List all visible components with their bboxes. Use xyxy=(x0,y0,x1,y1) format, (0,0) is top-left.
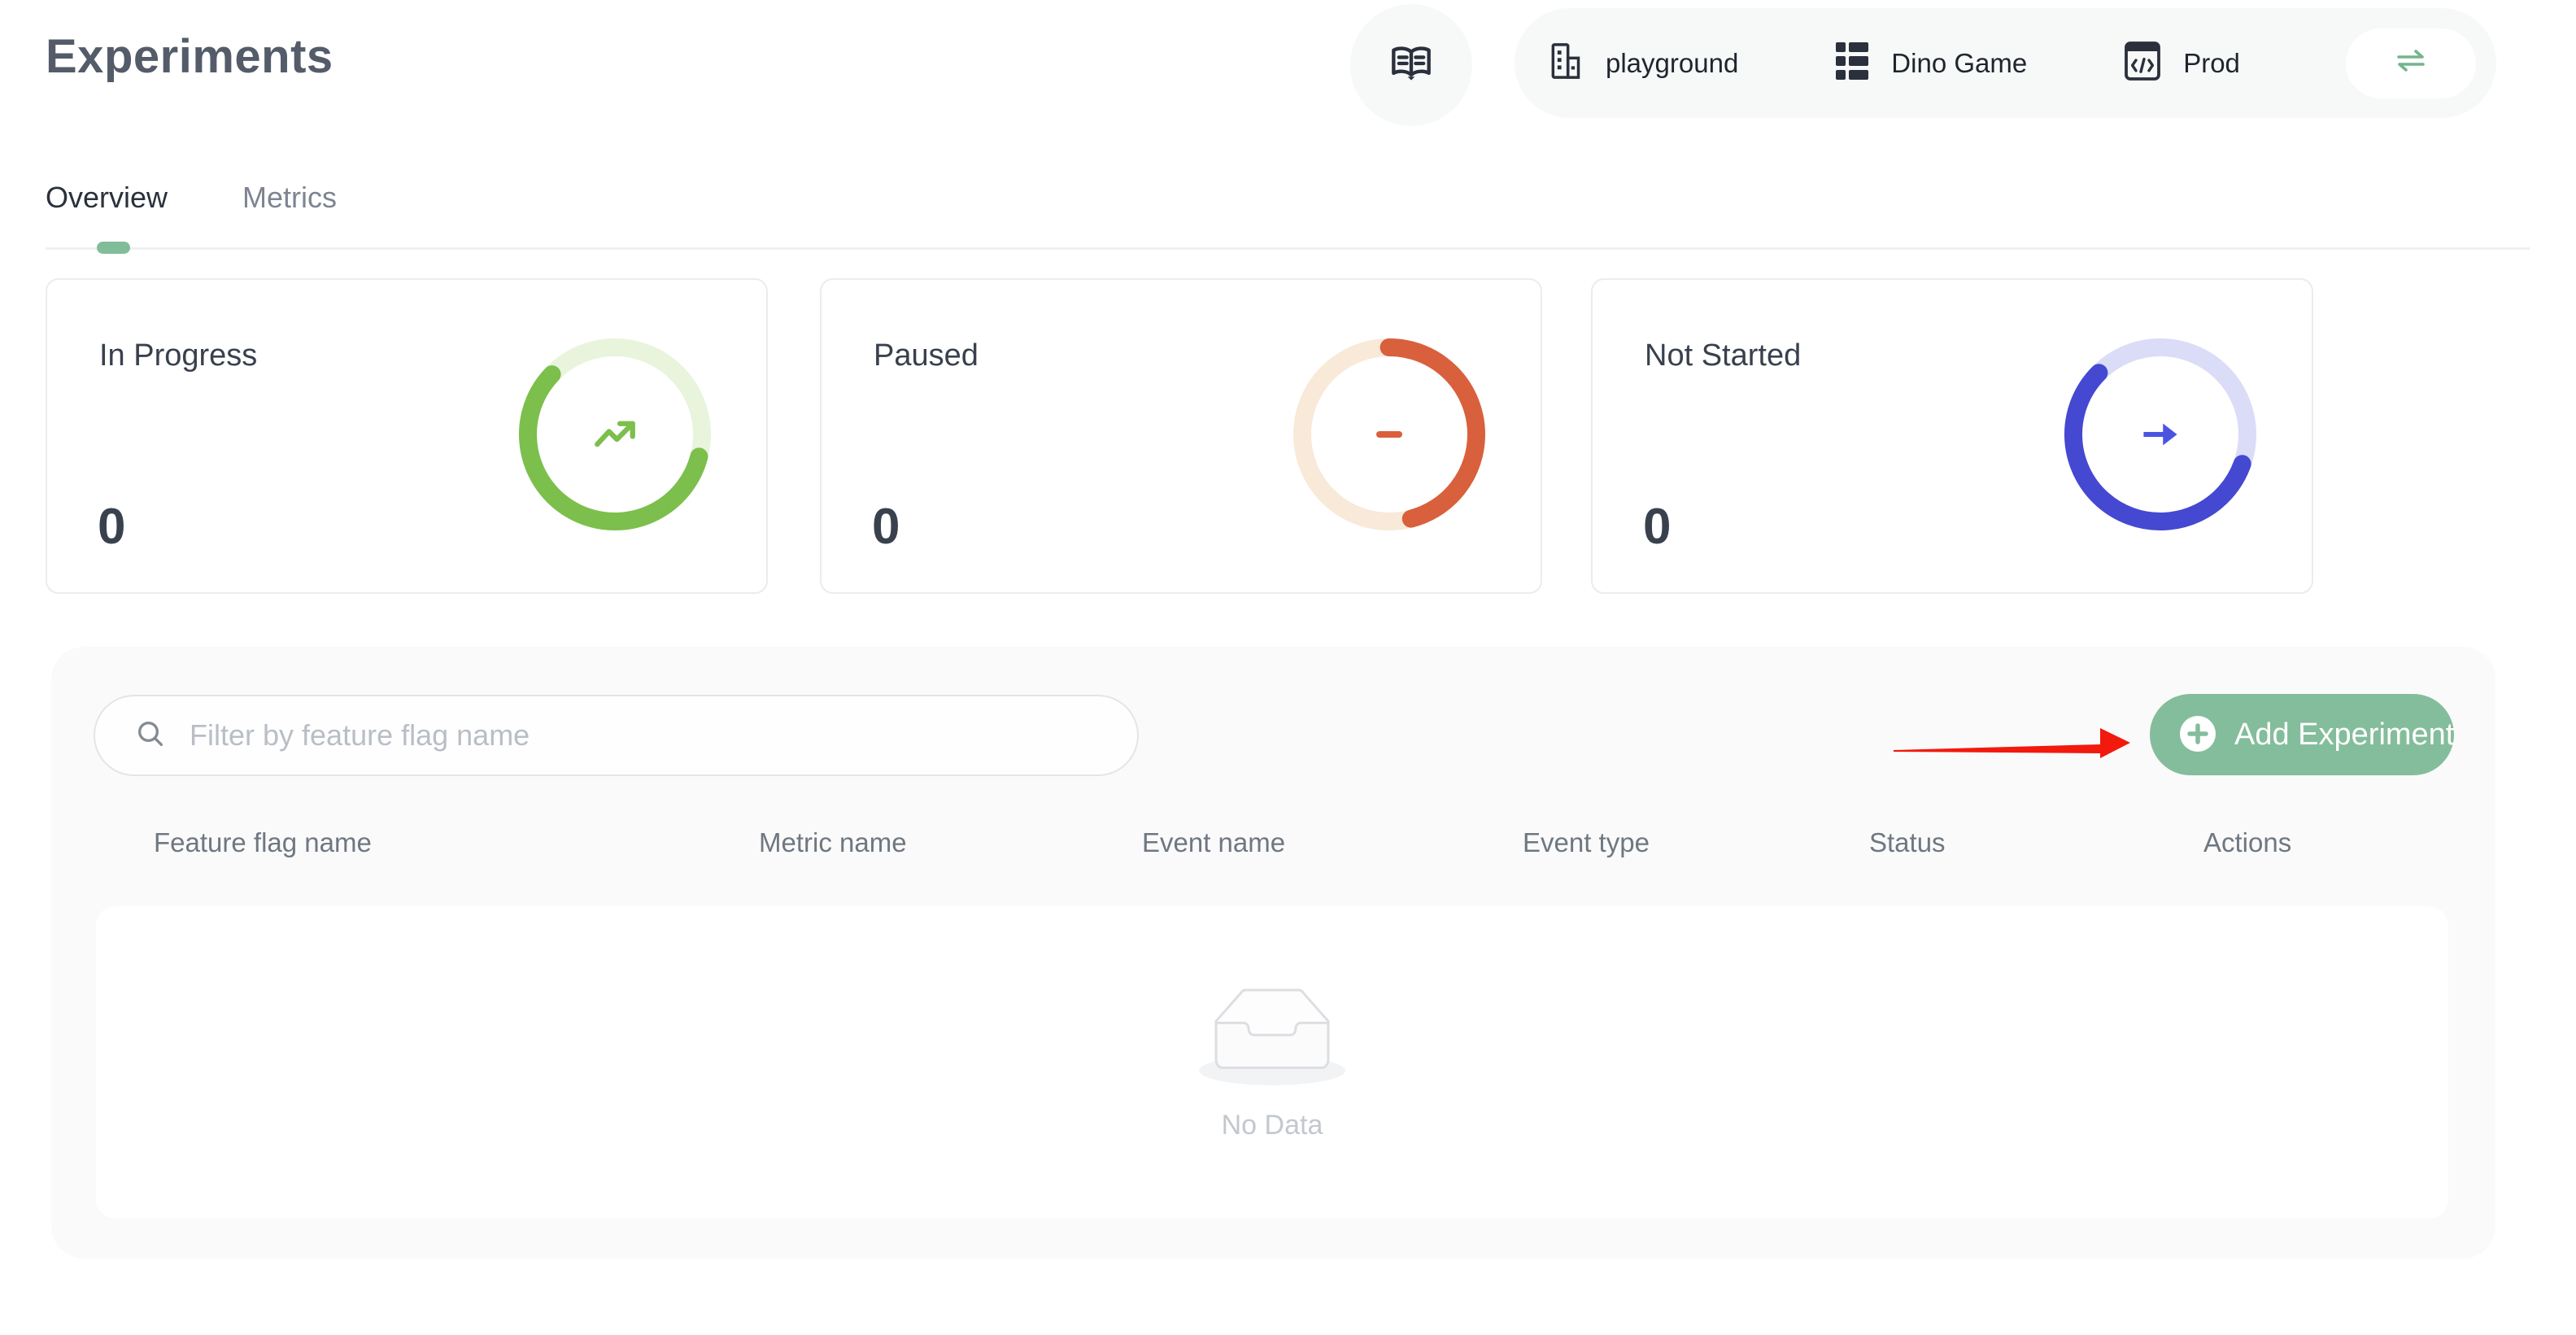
environment-selector[interactable]: Prod xyxy=(2125,41,2240,85)
workspace-selector[interactable]: playground xyxy=(1547,41,1738,85)
stat-card-in-progress: In Progress 0 xyxy=(46,278,768,594)
stat-label: Paused xyxy=(874,338,979,373)
table-body: No Data xyxy=(96,906,2448,1219)
column-header-event-type: Event type xyxy=(1523,827,1650,858)
empty-inbox-icon xyxy=(1194,988,1350,1092)
progress-ring xyxy=(1292,337,1487,532)
documentation-button[interactable] xyxy=(1350,4,1472,126)
tab-metrics[interactable]: Metrics xyxy=(242,181,337,215)
progress-ring xyxy=(517,337,713,532)
stat-value: 0 xyxy=(1643,498,1671,556)
environment-label: Prod xyxy=(2183,48,2240,79)
stat-value: 0 xyxy=(98,498,125,556)
stat-card-paused: Paused 0 xyxy=(820,278,1542,594)
project-stack-icon xyxy=(1836,42,1868,84)
column-header-actions: Actions xyxy=(2203,827,2291,858)
add-experiment-button[interactable]: Add Experiment xyxy=(2150,694,2454,775)
add-experiment-label: Add Experiment xyxy=(2234,718,2454,753)
page-title: Experiments xyxy=(46,29,333,84)
column-header-feature-flag-name: Feature flag name xyxy=(154,827,372,858)
open-book-icon xyxy=(1390,45,1432,86)
plus-circle-icon xyxy=(2179,715,2216,755)
experiments-page: Experiments playgrou xyxy=(0,0,2576,1335)
minus-icon xyxy=(1292,337,1487,532)
stat-label: Not Started xyxy=(1645,338,1801,373)
search-icon xyxy=(134,718,167,754)
active-tab-indicator xyxy=(97,242,130,254)
stat-card-not-started: Not Started 0 xyxy=(1591,278,2313,594)
project-label: Dino Game xyxy=(1891,48,2027,79)
experiments-table-section: Add Experiment Feature flag name Metric … xyxy=(51,647,2495,1259)
context-switcher: playground Dino Game xyxy=(1515,8,2496,118)
tab-overview[interactable]: Overview xyxy=(46,181,168,215)
stat-value: 0 xyxy=(872,498,900,556)
tab-divider xyxy=(46,247,2530,250)
search-input[interactable] xyxy=(190,718,1084,753)
organization-icon xyxy=(1547,41,1583,85)
environment-code-icon xyxy=(2125,41,2160,85)
stat-label: In Progress xyxy=(99,338,257,373)
progress-ring xyxy=(2063,337,2258,532)
column-header-event-name: Event name xyxy=(1142,827,1285,858)
project-selector[interactable]: Dino Game xyxy=(1836,42,2027,84)
switch-context-button[interactable] xyxy=(2346,28,2476,98)
empty-state: No Data xyxy=(96,988,2448,1141)
annotation-arrow xyxy=(1885,720,2158,777)
trending-up-icon xyxy=(517,337,713,532)
workspace-label: playground xyxy=(1606,48,1738,79)
arrow-right-icon xyxy=(2063,337,2258,532)
search-box xyxy=(94,695,1139,776)
empty-state-text: No Data xyxy=(1222,1110,1323,1141)
column-header-metric-name: Metric name xyxy=(759,827,907,858)
swap-arrows-icon xyxy=(2395,46,2427,80)
column-header-status: Status xyxy=(1869,827,1946,858)
